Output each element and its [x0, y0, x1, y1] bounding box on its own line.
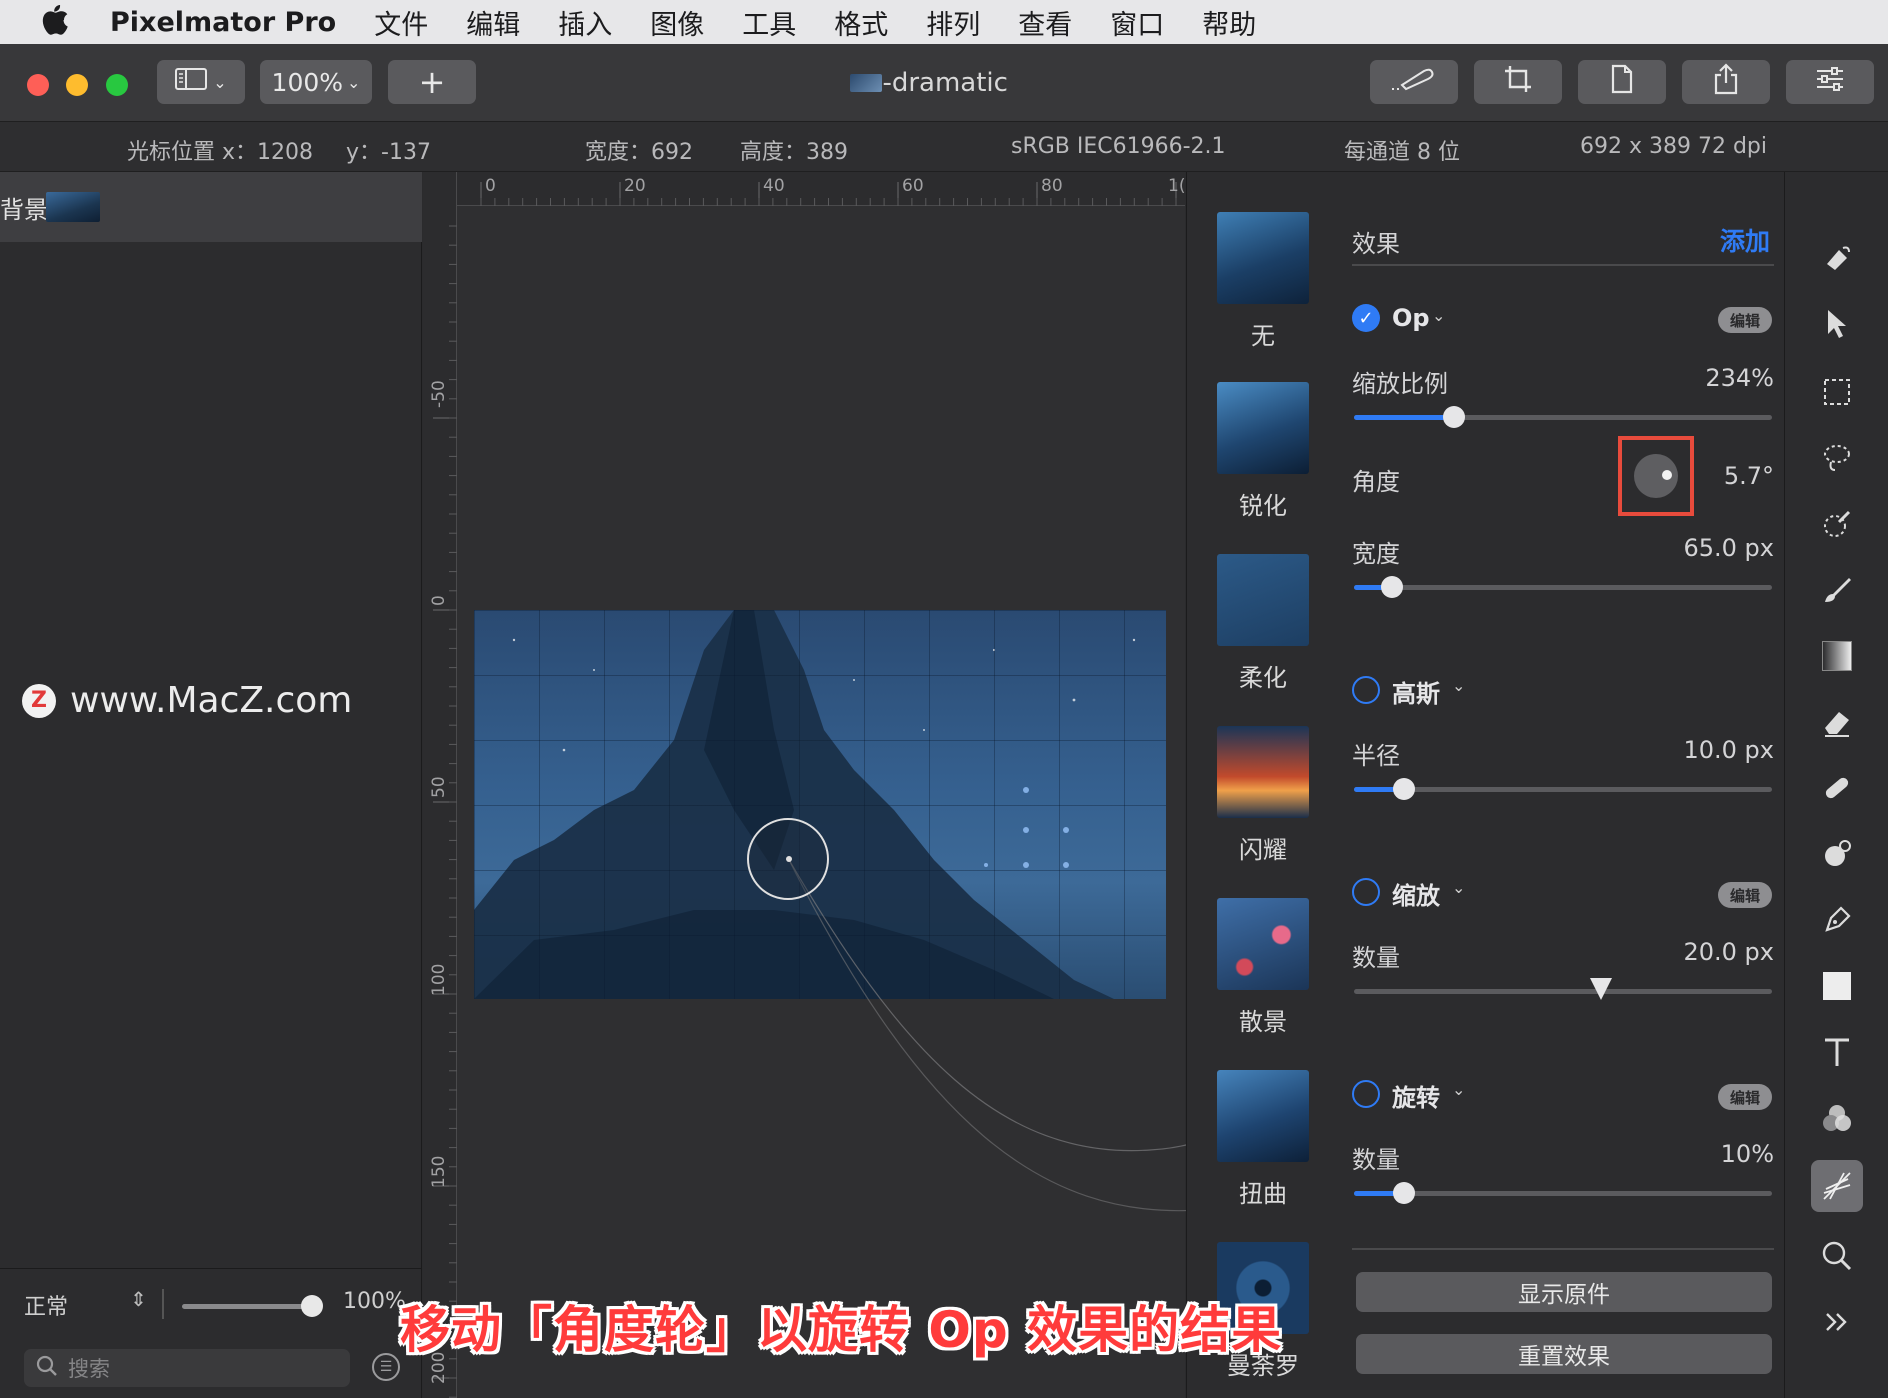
arrow-icon[interactable]: [1811, 298, 1863, 350]
op-edit-badge[interactable]: 编辑: [1718, 307, 1772, 333]
rotate-amount-label: 数量: [1352, 1146, 1400, 1174]
gaussian-radius-slider-thumb[interactable]: [1393, 778, 1416, 800]
color-adjust-icon[interactable]: [1811, 1092, 1863, 1144]
rotate-amount-value: 10%: [1720, 1140, 1774, 1168]
preset-glow[interactable]: 闪耀: [1217, 726, 1309, 865]
zoom-icon[interactable]: [1811, 1230, 1863, 1282]
tools-column: [1784, 172, 1888, 1398]
zoom-amount-label: 数量: [1352, 944, 1400, 972]
preset-label: 扭曲: [1239, 1180, 1287, 1208]
preset-soften[interactable]: 柔化: [1217, 554, 1309, 693]
op-scale-slider-thumb[interactable]: [1443, 406, 1466, 428]
bandage-icon[interactable]: [1811, 762, 1863, 814]
preset-thumbnail: [1217, 726, 1309, 818]
gaussian-radius-value: 10.0 px: [1683, 736, 1774, 764]
rotate-edit-badge[interactable]: 编辑: [1718, 1084, 1772, 1110]
rotate-effect-checkbox[interactable]: [1352, 1080, 1380, 1108]
reset-effects-button[interactable]: 重置效果: [1356, 1334, 1772, 1374]
rotate-amount-slider[interactable]: [1354, 1191, 1772, 1196]
divider: [1352, 264, 1774, 266]
shape-icon[interactable]: [1811, 960, 1863, 1012]
effect-presets-column: 无 锐化 柔化 闪耀 散景 扭曲 曼荼罗: [1186, 172, 1340, 1398]
preset-thumbnail: [1217, 554, 1309, 646]
rotate-effect-title[interactable]: 旋转: [1392, 1078, 1440, 1113]
gaussian-radius-label: 半径: [1352, 742, 1400, 770]
marquee-icon[interactable]: [1811, 366, 1863, 418]
brush-icon[interactable]: [1811, 564, 1863, 616]
preset-label: 散景: [1239, 1008, 1287, 1036]
quick-select-icon[interactable]: [1811, 498, 1863, 550]
rotate-amount-slider-thumb[interactable]: [1393, 1182, 1416, 1204]
preset-bokeh[interactable]: 散景: [1217, 898, 1309, 1037]
op-width-slider[interactable]: [1354, 585, 1772, 590]
paint-bucket-icon[interactable]: [1811, 232, 1863, 284]
retouch-icon[interactable]: [1811, 828, 1863, 880]
gaussian-radius-slider[interactable]: [1354, 787, 1772, 792]
gaussian-effect-checkbox[interactable]: [1352, 676, 1380, 704]
effects-header: 效果: [1352, 230, 1400, 258]
tutorial-caption: 移动「角度轮」以旋转 Op 效果的结果: [400, 1301, 1283, 1359]
preset-thumbnail: [1217, 382, 1309, 474]
preset-thumbnail: [1217, 898, 1309, 990]
preset-thumbnail: [1217, 1070, 1309, 1162]
add-effect-button[interactable]: 添加: [1720, 222, 1770, 258]
zoom-effect-title[interactable]: 缩放: [1392, 876, 1440, 911]
zoom-effect-checkbox[interactable]: [1352, 878, 1380, 906]
op-width-label: 宽度: [1352, 540, 1400, 568]
zoom-amount-slider[interactable]: [1354, 989, 1772, 994]
lasso-icon[interactable]: [1811, 432, 1863, 484]
op-effect-title[interactable]: Op: [1392, 304, 1430, 332]
op-width-value: 65.0 px: [1683, 534, 1774, 562]
chevron-down-icon[interactable]: ⌄: [1452, 1080, 1465, 1099]
preset-thumbnail: [1217, 212, 1309, 304]
op-angle-label: 角度: [1352, 468, 1400, 496]
chevron-down-icon[interactable]: ⌄: [1432, 306, 1445, 325]
op-angle-value: 5.7°: [1723, 462, 1774, 490]
zoom-amount-slider-thumb[interactable]: [1589, 978, 1612, 1000]
preset-none[interactable]: 无: [1217, 212, 1309, 351]
eraser-icon[interactable]: [1811, 696, 1863, 748]
pen-icon[interactable]: [1811, 894, 1863, 946]
gradient-icon[interactable]: [1811, 630, 1863, 682]
preset-label: 锐化: [1239, 492, 1287, 520]
gaussian-effect-title[interactable]: 高斯: [1392, 674, 1440, 709]
effects-icon[interactable]: [1811, 1160, 1863, 1212]
op-width-slider-thumb[interactable]: [1380, 576, 1403, 598]
op-scale-value: 234%: [1705, 364, 1774, 392]
text-icon[interactable]: [1811, 1026, 1863, 1078]
preset-label: 闪耀: [1239, 836, 1287, 864]
zoom-amount-value: 20.0 px: [1683, 938, 1774, 966]
preset-label: 柔化: [1239, 664, 1287, 692]
preset-distort[interactable]: 扭曲: [1217, 1070, 1309, 1209]
chevron-down-icon[interactable]: ⌄: [1452, 676, 1465, 695]
op-scale-label: 缩放比例: [1352, 370, 1448, 398]
show-original-button[interactable]: 显示原件: [1356, 1272, 1772, 1312]
effects-panel: 效果 添加 ✓ Op ⌄ 编辑 缩放比例 234% 角度 5.7° 宽度 65.…: [1340, 172, 1784, 1398]
more-icon[interactable]: [1811, 1296, 1863, 1348]
chevron-down-icon[interactable]: ⌄: [1452, 878, 1465, 897]
op-effect-center-point[interactable]: [786, 856, 792, 862]
op-scale-slider-fill: [1354, 415, 1455, 420]
divider: [1352, 1248, 1774, 1250]
op-effect-checkbox[interactable]: ✓: [1352, 304, 1380, 332]
preset-sharpen[interactable]: 锐化: [1217, 382, 1309, 521]
preset-label: 无: [1251, 322, 1275, 350]
zoom-edit-badge[interactable]: 编辑: [1718, 882, 1772, 908]
